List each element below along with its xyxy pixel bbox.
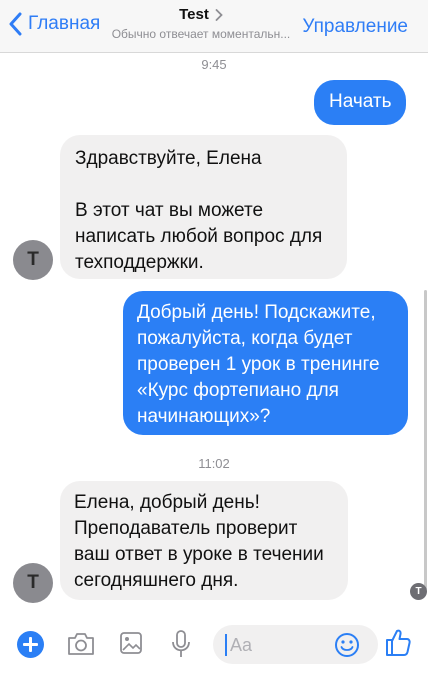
seen-indicator-avatar: T [410,583,427,600]
chat-header: Главная Test Обычно отвечает моментальн.… [0,0,428,53]
message-text: Елена, добрый день! Преподаватель провер… [74,492,324,591]
message-text: Добрый день! Подскажите, пожалуйста, ког… [137,302,380,427]
back-button[interactable]: Главная [8,12,100,36]
incoming-message-bubble[interactable]: Елена, добрый день! Преподаватель провер… [60,481,348,600]
microphone-icon[interactable] [170,629,192,659]
chat-title: Test [179,6,209,23]
incoming-message-bubble[interactable]: Здравствуйте, Елена В этот чат вы можете… [60,135,347,279]
camera-icon[interactable] [66,631,96,657]
timestamp: 9:45 [201,57,227,72]
text-caret [225,634,227,656]
back-label: Главная [28,13,101,34]
chat-subtitle: Обычно отвечает моментальн... [111,27,291,41]
thumbs-up-icon[interactable] [384,627,412,657]
message-input[interactable]: Aa [213,625,378,664]
gallery-icon[interactable] [119,630,143,656]
message-text: Здравствуйте, Елена [75,148,262,169]
chat-title-area[interactable]: Test Обычно отвечает моментальн... [104,6,298,41]
composer-bar: Aa [0,617,428,675]
back-chevron-icon [9,12,22,36]
message-text: В этот чат вы можете написать любой вопр… [75,200,323,273]
scrollbar[interactable] [424,290,427,590]
avatar[interactable]: T [13,240,53,280]
title-chevron-icon [215,8,223,21]
input-placeholder: Aa [230,635,253,655]
start-message-bubble[interactable]: Начать [314,80,406,125]
manage-button[interactable]: Управление [302,16,408,38]
message-list[interactable]: 9:45 Начать Здравствуйте, Елена В этот ч… [0,53,428,617]
avatar[interactable]: T [13,563,53,603]
plus-icon[interactable] [17,631,44,658]
emoji-icon[interactable] [334,632,360,658]
timestamp: 11:02 [198,456,230,471]
outgoing-message-bubble[interactable]: Добрый день! Подскажите, пожалуйста, ког… [123,291,408,435]
message-text: Начать [329,91,392,112]
